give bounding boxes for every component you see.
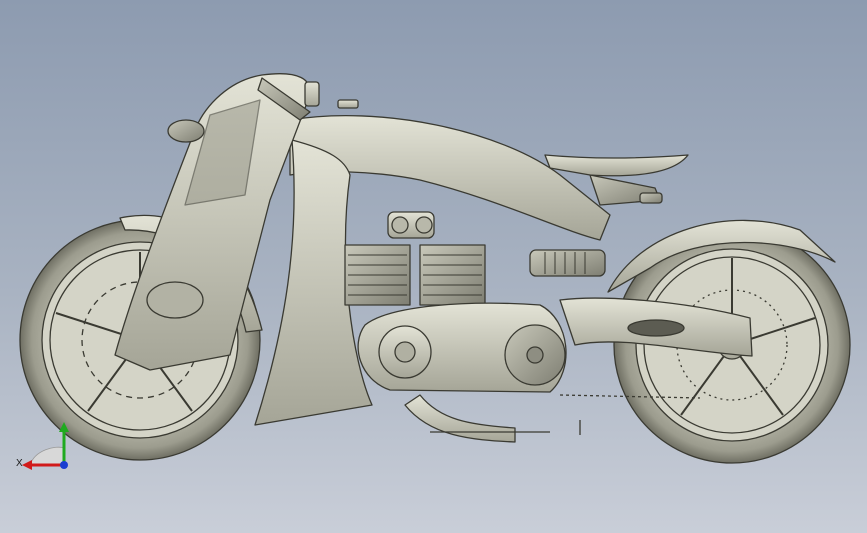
exhaust-pipes[interactable] xyxy=(404,394,516,443)
coordinate-triad: X xyxy=(10,420,80,480)
y-axis-arrowhead xyxy=(59,422,69,432)
z-axis-dot xyxy=(60,461,68,469)
x-axis-arrowhead xyxy=(22,460,32,470)
seat[interactable] xyxy=(544,154,689,177)
motorcycle-model[interactable] xyxy=(0,0,867,533)
cad-viewport[interactable]: X xyxy=(0,0,867,533)
rear-shock[interactable] xyxy=(529,249,606,277)
triad-x-label: X xyxy=(16,458,23,469)
triad-graphic xyxy=(22,422,69,470)
headlight[interactable] xyxy=(167,119,205,143)
engine[interactable] xyxy=(344,211,486,306)
